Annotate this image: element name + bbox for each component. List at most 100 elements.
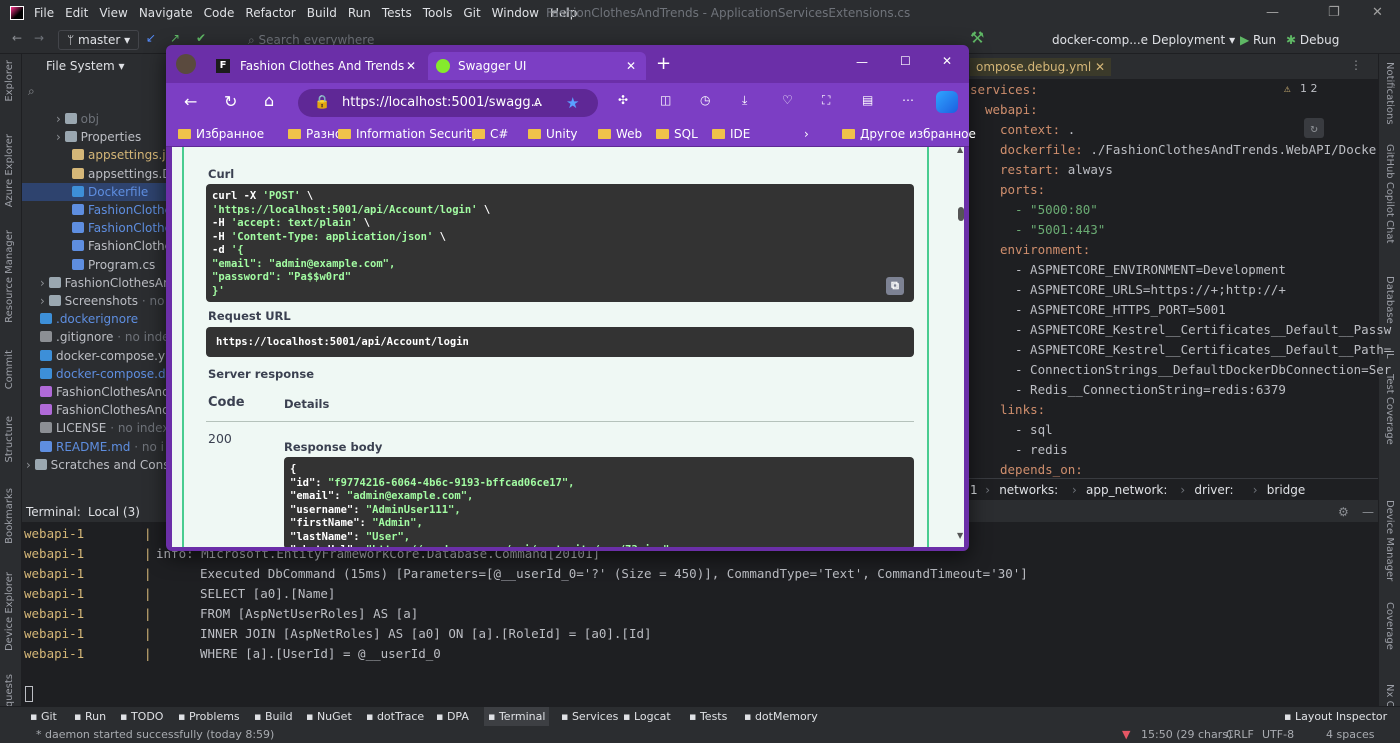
menu-item[interactable]: View [99, 6, 127, 20]
tree-item[interactable]: LICENSE · no index [22, 419, 172, 437]
home-icon[interactable]: ⌂ [264, 91, 274, 110]
tree-item[interactable]: › Scratches and Consoles [22, 456, 172, 474]
menu-item[interactable]: Edit [65, 6, 88, 20]
tool-nx-console[interactable]: Nx C [1384, 684, 1395, 708]
run-button[interactable]: ▶ Run [1240, 30, 1276, 50]
new-tab-icon[interactable]: + [656, 53, 671, 74]
commit-icon[interactable]: ✔ [196, 31, 206, 45]
breadcrumb-item[interactable]: driver: [1194, 479, 1233, 501]
tree-item[interactable]: README.md · no i [22, 438, 172, 456]
extensions-icon[interactable]: ✣ [618, 93, 628, 107]
swagger-page[interactable]: Curl ⧉ curl -X 'POST' \ 'https://localho… [172, 147, 964, 547]
scroll-down-icon[interactable]: ▼ [957, 531, 963, 540]
back-icon[interactable]: ← [184, 92, 197, 111]
menu-item[interactable]: Window [492, 6, 539, 20]
history-icon[interactable]: ◷ [700, 93, 710, 107]
tree-item[interactable]: .dockerignore [22, 310, 172, 328]
tool-azure-explorer[interactable]: Azure Explorer [4, 134, 15, 207]
tree-item[interactable]: FashionClothesAn [22, 201, 172, 219]
run-configuration[interactable]: docker-comp...e Deployment ▾ [1052, 30, 1235, 50]
curl-code-block[interactable]: ⧉ curl -X 'POST' \ 'https://localhost:50… [206, 184, 914, 302]
tree-item[interactable]: docker-compose.yml [22, 347, 172, 365]
breadcrumb-item[interactable]: networks: [999, 479, 1058, 501]
page-scrollbar[interactable]: ▲ ▼ [957, 147, 964, 547]
gear-icon[interactable]: ⚙ [1338, 502, 1349, 522]
chevron-right-icon[interactable]: › [40, 276, 49, 290]
tree-item[interactable]: appsettings.Deve [22, 165, 172, 183]
chevron-right-icon[interactable]: › [804, 127, 809, 141]
menu-item[interactable]: Tests [382, 6, 412, 20]
menu-item[interactable]: Navigate [139, 6, 193, 20]
tool-bookmarks[interactable]: Bookmarks [4, 488, 15, 544]
address-bar[interactable]: 🔒 https://localhost:5001/swagg... A ★ [298, 89, 598, 117]
bookmark-folder[interactable]: C# [472, 127, 508, 141]
screenshot-icon[interactable]: ⛶ [822, 93, 830, 108]
chevron-right-icon[interactable]: › [56, 112, 65, 126]
maximize-icon[interactable]: ☐ [900, 54, 911, 68]
minimize-icon[interactable]: — [1266, 5, 1279, 20]
tool-structure[interactable]: Structure [4, 416, 15, 463]
chevron-right-icon[interactable]: › [40, 294, 49, 308]
chevron-right-icon[interactable]: › [26, 458, 35, 472]
update-icon[interactable]: ↙ [146, 31, 156, 45]
tool-device-manager[interactable]: Device Manager [1384, 500, 1395, 581]
caret-position[interactable]: 15:50 (29 chars) [1141, 726, 1232, 743]
tool-window-dpa[interactable]: ▪ DPA [436, 707, 469, 727]
download-icon[interactable]: ⤓ [742, 93, 747, 108]
tool-window-terminal[interactable]: ▪ Terminal [484, 707, 550, 727]
breadcrumb-item[interactable]: app_network: [1086, 479, 1167, 501]
more-tabs-icon[interactable]: ⋮ [1350, 58, 1362, 72]
tree-item[interactable]: FashionClothesAn [22, 219, 172, 237]
tool-test-coverage[interactable]: Test Coverage [1384, 374, 1395, 445]
close-icon[interactable]: ✕ [942, 54, 952, 68]
minimize-icon[interactable]: — [1362, 502, 1374, 522]
close-tab-icon[interactable]: ✕ [406, 52, 416, 80]
tool-window-problems[interactable]: ▪ Problems [178, 707, 240, 727]
tool-window-nuget[interactable]: ▪ NuGet [306, 707, 352, 727]
tool-window-run[interactable]: ▪ Run [74, 707, 106, 727]
chevron-right-icon[interactable]: › [56, 130, 65, 144]
close-icon[interactable]: ✕ [1372, 5, 1383, 20]
menu-item[interactable]: Build [307, 6, 337, 20]
terminal-tab[interactable]: Local (3) [88, 502, 140, 522]
tree-item[interactable]: .gitignore · no index [22, 328, 172, 346]
refresh-icon[interactable]: ↻ [224, 92, 237, 111]
tree-item[interactable]: FashionClothesAn [22, 237, 172, 255]
tree-item[interactable]: › obj [22, 110, 172, 128]
tool-coverage[interactable]: Coverage [1384, 602, 1395, 650]
project-panel-header[interactable]: File System ▾ [22, 54, 172, 78]
tool-window-tests[interactable]: ▪ Tests [689, 707, 727, 727]
branch-selector[interactable]: ᛘ master ▾ [58, 30, 140, 50]
hammer-icon[interactable]: ⚒ [970, 28, 984, 47]
push-icon[interactable]: ↗ [170, 31, 180, 45]
breadcrumb-item[interactable]: 1 [970, 479, 978, 501]
tree-item[interactable]: Dockerfile [22, 182, 172, 201]
tool-window-logcat[interactable]: ▪ Logcat [623, 707, 671, 727]
forward-icon[interactable]: → [34, 31, 44, 45]
other-bookmarks[interactable]: Другое избранное [842, 127, 976, 141]
bookmark-folder[interactable]: Web [598, 127, 642, 141]
tree-item[interactable]: FashionClothesAndT [22, 401, 172, 419]
minimize-icon[interactable]: — [856, 55, 868, 69]
split-screen-icon[interactable]: ◫ [660, 93, 671, 107]
collections-icon[interactable]: ▤ [862, 93, 873, 107]
editor-tab[interactable]: ompose.debug.yml ✕ [970, 58, 1112, 76]
bookmark-folder[interactable]: SQL [656, 127, 698, 141]
browser-essentials-icon[interactable]: ♡ [782, 93, 793, 107]
error-icon[interactable]: ▼ [1122, 726, 1130, 743]
code-editor[interactable]: ⚠ 1 2 ↻ services: webapi: context: . docker… [966, 80, 1391, 500]
menu-item[interactable]: Code [204, 6, 235, 20]
browser-tab-fashion[interactable]: F Fashion Clothes And Trends ✕ [206, 52, 424, 80]
profile-avatar[interactable] [176, 54, 196, 74]
browser-tab-swagger[interactable]: Swagger UI ✕ [428, 52, 646, 80]
tree-item[interactable]: docker-compose.de [22, 365, 172, 383]
tree-item[interactable]: › Properties [22, 128, 172, 146]
file-encoding[interactable]: UTF-8 [1262, 726, 1294, 743]
search-icon[interactable]: ⌕ [28, 84, 35, 99]
close-icon[interactable]: ✕ [1095, 60, 1105, 74]
tree-item[interactable]: FashionClothesAndT [22, 383, 172, 401]
tool-explorer[interactable]: Explorer [4, 60, 15, 102]
copilot-icon[interactable] [936, 91, 958, 113]
tool-device-explorer[interactable]: Device Explorer [4, 572, 15, 651]
tool-notifications[interactable]: Notifications [1384, 62, 1395, 125]
